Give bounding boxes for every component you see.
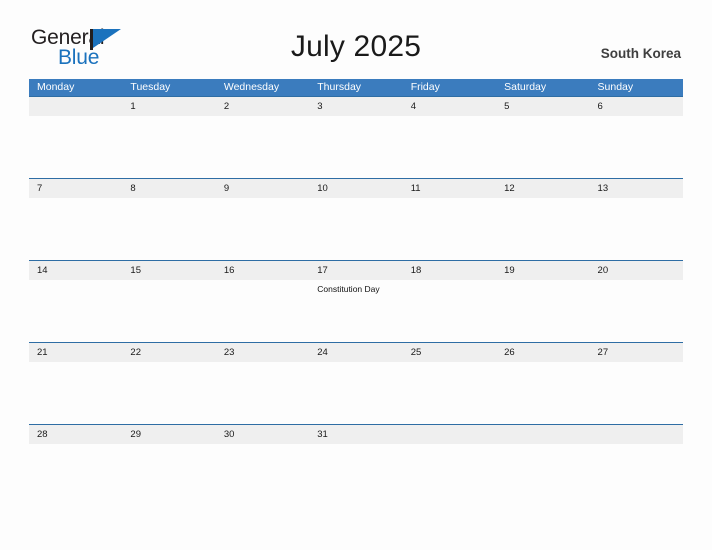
calendar-page: General Blue July 2025 South Korea Monda… <box>0 0 712 550</box>
day-cell[interactable]: 28 <box>29 425 123 506</box>
day-number: 2 <box>223 101 230 112</box>
day-number: 5 <box>504 101 510 112</box>
day-cell[interactable]: 24 <box>309 343 403 424</box>
holiday-label: Constitution Day <box>317 284 380 294</box>
day-number: 10 <box>317 183 328 194</box>
day-number: 28 <box>37 429 48 440</box>
week-row: 28 29 30 31 <box>29 424 683 506</box>
day-number: 19 <box>504 265 515 276</box>
day-cell[interactable]: 16 <box>215 261 310 342</box>
day-cell[interactable]: 4 <box>402 97 497 178</box>
weekday-monday: Monday <box>37 81 75 93</box>
day-cell[interactable]: 2 <box>215 97 310 178</box>
weekday-thursday: Thursday <box>317 81 362 93</box>
week-row: 1 2 3 4 5 6 <box>29 96 683 178</box>
weekday-sunday: Sunday <box>597 81 634 93</box>
day-cell[interactable]: 18 <box>402 261 497 342</box>
day-cell[interactable]: 5 <box>496 97 590 178</box>
calendar-grid: Monday Tuesday Wednesday Thursday Friday… <box>29 79 683 506</box>
day-cell[interactable]: 19 <box>496 261 590 342</box>
day-number: 6 <box>597 101 603 112</box>
day-cell[interactable]: 20 <box>589 261 683 342</box>
day-cell[interactable] <box>589 425 683 506</box>
day-number: 8 <box>130 183 136 194</box>
day-cell[interactable]: 13 <box>589 179 683 260</box>
day-number: 30 <box>223 429 235 440</box>
day-cell[interactable]: 10 <box>309 179 403 260</box>
day-number: 9 <box>223 183 230 194</box>
day-number: 18 <box>410 265 422 276</box>
day-cell[interactable] <box>496 425 590 506</box>
day-number: 1 <box>130 101 136 112</box>
day-cell[interactable]: 1 <box>122 97 216 178</box>
page-header: General Blue July 2025 South Korea <box>0 0 712 69</box>
day-number: 17 <box>317 265 328 276</box>
day-cell[interactable]: 9 <box>215 179 310 260</box>
day-number: 13 <box>597 183 609 194</box>
day-cell[interactable] <box>402 425 497 506</box>
day-number: 31 <box>317 429 328 440</box>
day-cell[interactable]: 29 <box>122 425 216 506</box>
day-cell[interactable]: 22 <box>122 343 216 424</box>
week-row: 21 22 23 24 25 26 27 <box>29 342 683 424</box>
day-number: 11 <box>410 183 421 194</box>
day-number: 21 <box>37 347 48 358</box>
day-number: 20 <box>597 265 609 276</box>
day-number: 22 <box>130 347 141 358</box>
day-cell[interactable] <box>29 97 123 178</box>
day-number: 29 <box>130 429 141 440</box>
day-cell[interactable]: 7 <box>29 179 123 260</box>
day-cell[interactable]: 30 <box>215 425 310 506</box>
day-cell[interactable]: 21 <box>29 343 123 424</box>
day-cell-holiday[interactable]: 17 Constitution Day <box>309 261 403 342</box>
day-number: 4 <box>410 101 416 112</box>
day-cell[interactable]: 11 <box>402 179 497 260</box>
day-number: 15 <box>130 265 141 276</box>
day-number: 27 <box>597 347 609 358</box>
day-number: 14 <box>37 265 48 276</box>
day-number: 23 <box>223 347 235 358</box>
weekday-saturday: Saturday <box>504 81 547 93</box>
week-row: 14 15 16 17 Constitution Day 18 19 20 <box>29 260 683 342</box>
day-number: 7 <box>37 183 43 194</box>
day-cell[interactable]: 6 <box>589 97 683 178</box>
day-cell[interactable]: 25 <box>402 343 497 424</box>
day-number: 3 <box>317 101 323 112</box>
day-cell[interactable]: 15 <box>122 261 216 342</box>
region-label: South Korea <box>600 46 681 61</box>
day-number: 12 <box>504 183 515 194</box>
weekday-wednesday: Wednesday <box>223 81 280 93</box>
day-cell[interactable]: 26 <box>496 343 590 424</box>
day-cell[interactable]: 31 <box>309 425 403 506</box>
day-number: 16 <box>223 265 235 276</box>
day-cell[interactable]: 27 <box>589 343 683 424</box>
day-cell[interactable]: 3 <box>309 97 403 178</box>
weekday-header-row: Monday Tuesday Wednesday Thursday Friday… <box>29 79 683 96</box>
day-cell[interactable]: 14 <box>29 261 123 342</box>
day-cell[interactable]: 12 <box>496 179 590 260</box>
day-cell[interactable]: 23 <box>215 343 310 424</box>
day-number: 24 <box>317 347 328 358</box>
weekday-friday: Friday <box>410 81 440 93</box>
day-cell[interactable]: 8 <box>122 179 216 260</box>
day-number: 25 <box>410 347 422 358</box>
week-row: 7 8 9 10 11 12 13 <box>29 178 683 260</box>
day-number: 26 <box>504 347 515 358</box>
weekday-tuesday: Tuesday <box>130 81 171 93</box>
